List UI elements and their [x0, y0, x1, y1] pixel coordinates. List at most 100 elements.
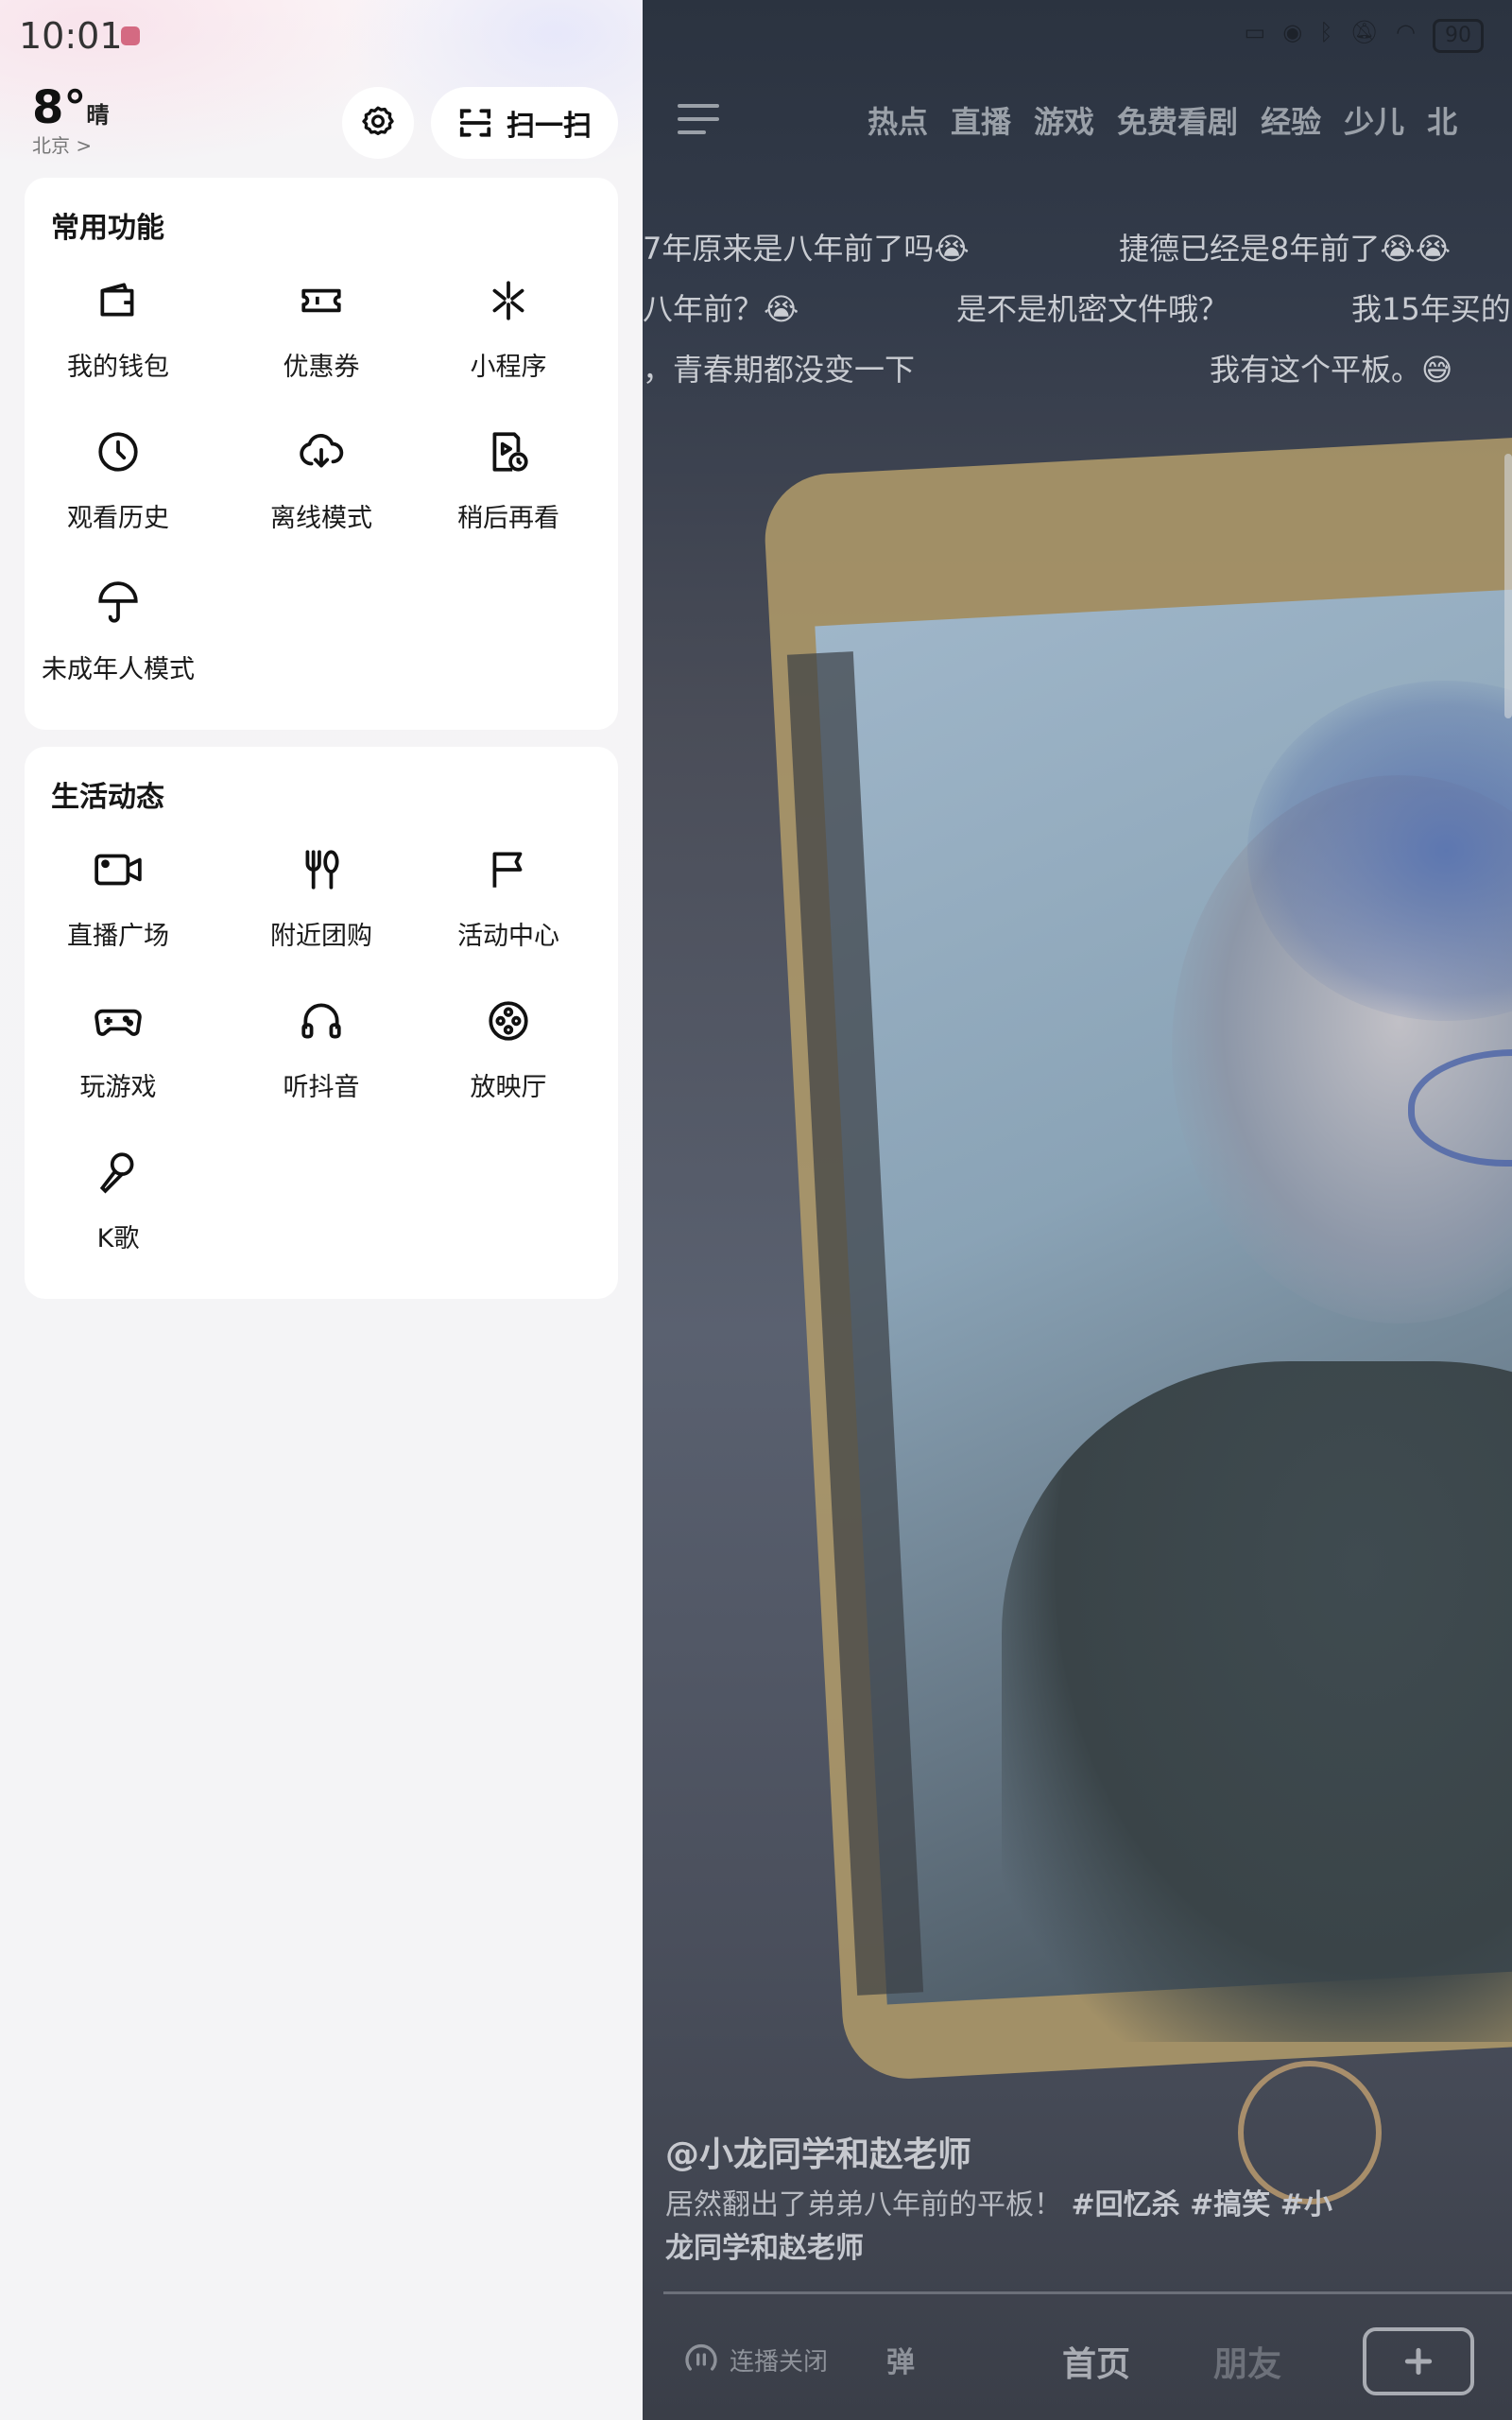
danmaku-comment: 八年前？😭 — [643, 291, 799, 327]
video-description: 居然翻出了弟弟八年前的平板！ #回忆杀 #搞笑 #小 龙同学和赵老师 — [665, 2184, 1365, 2271]
flag-icon — [492, 852, 523, 888]
video-author[interactable]: @小龙同学和赵老师 — [665, 2127, 971, 2176]
weather-condition: 晴 — [86, 102, 110, 129]
common-functions-title: 常用功能 — [51, 212, 164, 245]
danmaku-comment: 7年原来是八年前了吗😭 — [643, 231, 970, 267]
status-time: 10:01 — [19, 15, 123, 57]
cast-icon: ▭ — [1244, 19, 1266, 45]
wifi-icon: ◠ — [1396, 19, 1416, 45]
danmaku-comment: ，青春期都没变一下 — [643, 352, 916, 388]
tab-games[interactable]: 游戏 — [1034, 98, 1094, 142]
nav-friends[interactable]: 朋友 — [1213, 2337, 1281, 2386]
eye-icon: ◉ — [1282, 19, 1303, 45]
grid-item-label: 直播广场 — [67, 922, 169, 951]
scan-button[interactable]: 扫一扫 — [431, 87, 618, 159]
coupon-icon — [301, 288, 341, 313]
headphones-icon — [301, 1003, 341, 1039]
grid-item-watch-history[interactable]: 观看历史 — [25, 424, 212, 534]
grid-item-label: 离线模式 — [270, 504, 372, 533]
grid-item-label: 玩游戏 — [79, 1073, 157, 1102]
danmaku-comment: 我15年买的 — [1351, 291, 1511, 327]
scroll-handle[interactable] — [1504, 454, 1512, 718]
gear-icon — [362, 106, 394, 135]
hashtag-continued[interactable]: 龙同学和赵老师 — [665, 2232, 864, 2265]
grid-item-nearby-deals[interactable]: 附近团购 — [228, 841, 415, 952]
grid-item-screening-room[interactable]: 放映厅 — [415, 993, 602, 1103]
grid-item-label: K歌 — [96, 1224, 140, 1253]
tab-beijing[interactable]: 北 — [1427, 98, 1457, 142]
grid-item-offline-mode[interactable]: 离线模式 — [228, 424, 415, 534]
scan-icon — [459, 109, 491, 137]
danmaku-comment: 是不是机密文件哦？ — [956, 291, 1229, 327]
danmaku-toggle-button[interactable]: 弹 — [886, 2339, 915, 2380]
grid-item-activity-center[interactable]: 活动中心 — [415, 841, 602, 952]
grid-item-label: 听抖音 — [283, 1073, 360, 1102]
tab-experience[interactable]: 经验 — [1261, 98, 1321, 142]
grid-item-label: 小程序 — [470, 353, 547, 382]
tab-hot[interactable]: 热点 — [868, 98, 928, 142]
grid-item-mini-program[interactable]: 小程序 — [415, 272, 602, 383]
weather-city[interactable]: 北京 > — [32, 130, 109, 158]
grid-item-label: 活动中心 — [457, 922, 559, 951]
grid-item-label: 优惠券 — [283, 353, 360, 382]
autoplay-label: 连播关闭 — [730, 2347, 829, 2377]
bottom-nav-bar: 连播关闭 弹 首页 朋友 — [643, 2297, 1512, 2420]
description-text: 居然翻出了弟弟八年前的平板！ — [665, 2188, 1062, 2221]
weather-temperature: 8° — [32, 81, 87, 134]
gamepad-icon — [94, 1009, 142, 1036]
mute-icon: 🔕︎ — [1349, 19, 1380, 45]
status-bar-icons: ▭ ◉ ᛒ 🔕︎ ◠ 90 — [1245, 19, 1484, 53]
hamburger-menu-icon — [678, 104, 719, 134]
tab-kids[interactable]: 少儿 — [1344, 98, 1404, 142]
grid-item-play-games[interactable]: 玩游戏 — [25, 993, 212, 1103]
cloud-download-icon — [300, 434, 344, 468]
video-scene-body — [1002, 1361, 1512, 2042]
tab-live[interactable]: 直播 — [951, 98, 1011, 142]
live-camera-icon — [94, 854, 142, 886]
autoplay-icon — [685, 2343, 717, 2371]
bluetooth-icon: ᛒ — [1319, 19, 1333, 45]
mini-program-icon — [492, 281, 524, 320]
grid-item-label: 观看历史 — [67, 504, 169, 533]
clock-icon — [98, 432, 138, 472]
battery-indicator: 90 — [1433, 19, 1484, 53]
grid-item-coupon[interactable]: 优惠券 — [228, 272, 415, 383]
fork-knife-icon — [305, 850, 339, 890]
grid-item-live-square[interactable]: 直播广场 — [25, 841, 212, 952]
side-drawer: 10:01 8°晴 北京 > 扫一扫 常用功能 我的钱包 优惠券 小程序 观看历… — [0, 0, 643, 2420]
tab-free-drama[interactable]: 免费看剧 — [1117, 98, 1238, 142]
grid-item-minor-mode[interactable]: 未成年人模式 — [25, 575, 212, 685]
nav-home[interactable]: 首页 — [1062, 2337, 1130, 2386]
create-button[interactable] — [1363, 2327, 1474, 2395]
watch-later-icon — [492, 432, 528, 472]
common-functions-card: 常用功能 我的钱包 优惠券 小程序 观看历史 离线模式 稍后再看 未成年人模式 — [25, 178, 618, 730]
grid-item-label: 放映厅 — [470, 1073, 547, 1102]
grid-item-label: 我的钱包 — [67, 353, 169, 382]
settings-button[interactable] — [342, 87, 414, 159]
autoplay-toggle[interactable]: 连播关闭 — [682, 2341, 828, 2378]
wallet-icon — [100, 283, 134, 317]
grid-item-karaoke[interactable]: K歌 — [25, 1144, 212, 1254]
danmaku-comment: 我有这个平板。😅 — [1210, 352, 1453, 388]
video-progress-bar[interactable] — [663, 2291, 1512, 2294]
notification-app-icon — [121, 26, 140, 45]
life-activity-card: 生活动态 直播广场 附近团购 活动中心 玩游戏 听抖音 放映厅 K歌 — [25, 747, 618, 1299]
umbrella-icon — [98, 581, 138, 623]
grid-item-label: 附近团购 — [270, 922, 372, 951]
weather-widget[interactable]: 8°晴 北京 > — [32, 81, 109, 158]
grid-item-listen-douyin[interactable]: 听抖音 — [228, 993, 415, 1103]
life-activity-title: 生活动态 — [51, 781, 164, 814]
hashtags[interactable]: #回忆杀 #搞笑 #小 — [1072, 2188, 1332, 2221]
microphone-icon — [99, 1152, 134, 1194]
video-player[interactable]: ▭ ◉ ᛒ 🔕︎ ◠ 90 热点 直播 游戏 免费看剧 经验 少儿 北 7年原来… — [643, 0, 1512, 2420]
scan-label: 扫一扫 — [507, 110, 592, 143]
danmaku-comment: 捷德已经是8年前了😭😭 — [1119, 231, 1452, 267]
grid-item-label: 稍后再看 — [457, 504, 559, 533]
plus-icon — [1404, 2347, 1433, 2376]
top-tab-bar: 热点 直播 游戏 免费看剧 经验 少儿 北 — [868, 98, 1457, 142]
grid-item-label: 未成年人模式 — [42, 655, 195, 684]
film-reel-icon — [489, 1001, 528, 1041]
grid-item-watch-later[interactable]: 稍后再看 — [415, 424, 602, 534]
menu-button[interactable] — [677, 102, 720, 140]
grid-item-wallet[interactable]: 我的钱包 — [25, 272, 212, 383]
